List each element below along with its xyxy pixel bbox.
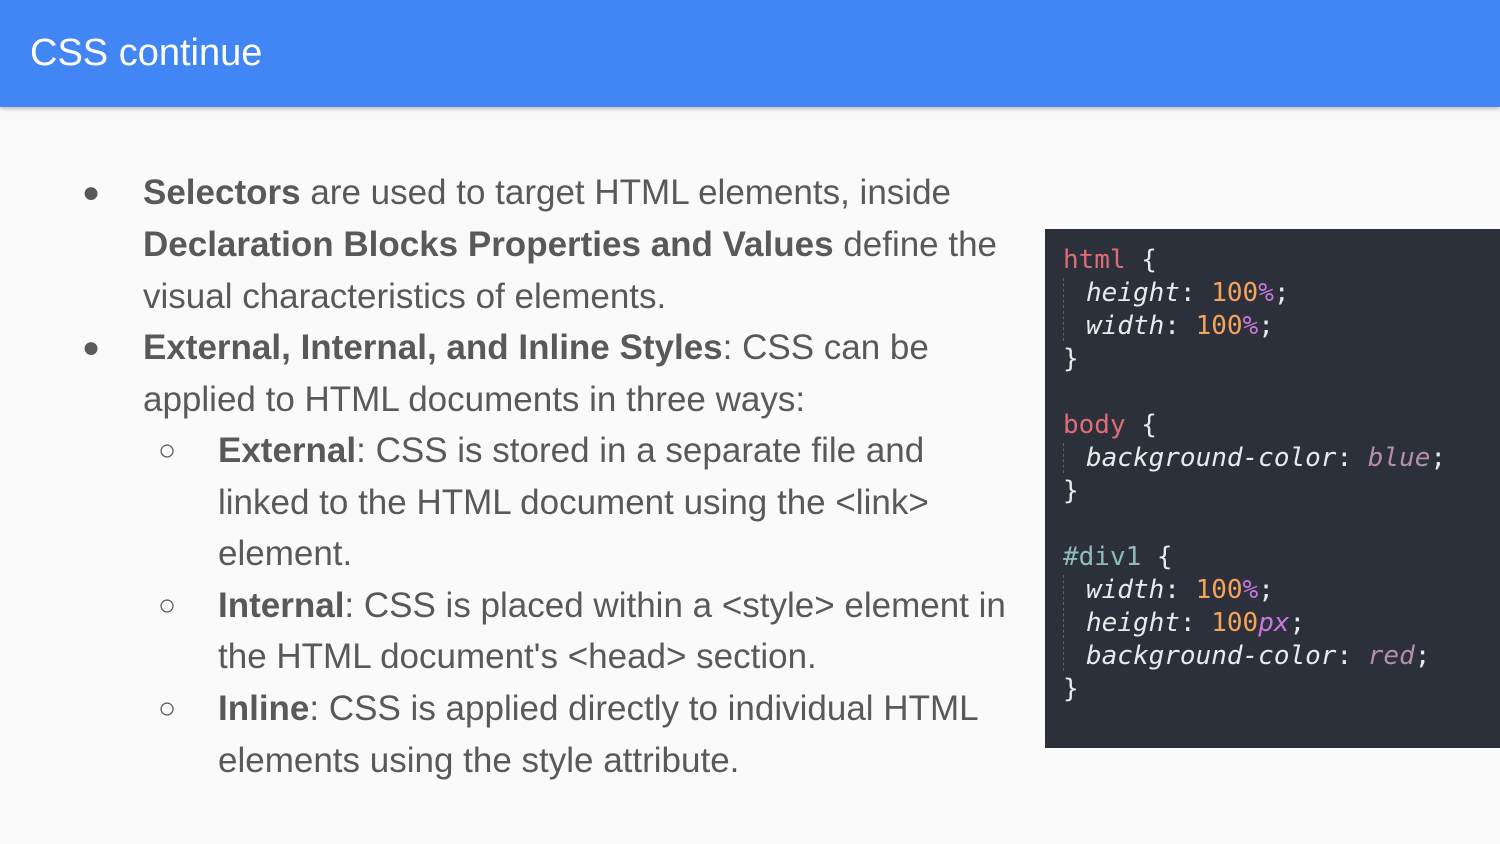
code-semicolon: ; (1258, 575, 1274, 605)
code-line: height: 100px; (1063, 607, 1306, 640)
code-brace: } (1063, 344, 1079, 374)
code-brace: { (1141, 542, 1173, 572)
code-line: background-color: red; (1063, 640, 1431, 673)
code-indent: width: 100%; (1063, 575, 1274, 605)
bullet-2-line-1: External, Internal, and Inline Styles: C… (143, 322, 929, 374)
sub-bullet-text: : CSS is stored in a separate file and (356, 431, 925, 470)
code-selector: html (1063, 245, 1126, 275)
bullet-2-text: : CSS can be (722, 328, 929, 367)
sub-bullet-external-line-1: External: CSS is stored in a separate fi… (218, 425, 924, 477)
code-property: background-color (1086, 641, 1337, 671)
bullet-marker: ● (82, 331, 101, 364)
sub-bullet-marker: ○ (158, 434, 177, 467)
styles-term: External, Internal, and Inline Styles (143, 328, 723, 367)
code-line: } (1063, 343, 1079, 376)
bullet-marker: ● (82, 176, 101, 209)
code-semicolon: ; (1289, 608, 1306, 638)
code-semicolon: ; (1258, 311, 1274, 341)
sub-bullet-marker: ○ (158, 692, 177, 725)
inline-term: Inline (218, 689, 310, 728)
code-property: height (1086, 278, 1180, 308)
code-indent: height: 100%; (1063, 278, 1290, 308)
code-number: 100 (1211, 608, 1259, 638)
selectors-term: Selectors (143, 173, 301, 212)
code-colon: : (1179, 278, 1212, 308)
code-number: 100 (1195, 311, 1243, 341)
code-unit: % (1242, 575, 1259, 605)
code-colon: : (1179, 608, 1212, 638)
bullet-2-line-2: applied to HTML documents in three ways: (143, 380, 806, 419)
code-property: width (1086, 311, 1165, 341)
code-colon: : (1164, 575, 1196, 605)
code-property: background-color (1086, 443, 1337, 473)
code-property: height (1086, 608, 1180, 638)
internal-term: Internal (218, 586, 345, 625)
sub-bullet-external-line-2: linked to the HTML document using the <l… (218, 483, 929, 522)
code-colon: : (1164, 311, 1196, 341)
code-line: #div1 { (1063, 541, 1173, 574)
code-brace: } (1063, 674, 1079, 704)
code-selector: #div1 (1063, 542, 1142, 572)
code-semicolon: ; (1273, 278, 1290, 308)
code-line: background-color: blue; (1063, 442, 1447, 475)
code-selector: body (1063, 410, 1126, 440)
bullet-1-line-1: Selectors are used to target HTML elemen… (143, 167, 951, 219)
code-number: 100 (1211, 278, 1259, 308)
code-number: 100 (1195, 575, 1243, 605)
code-value: red (1367, 641, 1415, 671)
code-brace: } (1063, 476, 1079, 506)
declaration-term: Declaration Blocks Properties and Values (143, 225, 834, 264)
code-indent: height: 100px; (1063, 608, 1306, 638)
code-indent: background-color: blue; (1063, 443, 1447, 473)
code-brace: { (1125, 245, 1157, 275)
code-line: } (1063, 475, 1079, 508)
code-line: } (1063, 673, 1079, 706)
code-semicolon: ; (1414, 641, 1431, 671)
sub-bullet-text: : CSS is applied directly to individual … (309, 689, 979, 728)
code-value: blue (1367, 443, 1431, 473)
sub-bullet-internal-line-1: Internal: CSS is placed within a <style>… (218, 580, 1006, 632)
code-line: height: 100%; (1063, 277, 1290, 310)
code-colon: : (1336, 641, 1368, 671)
code-line: html { (1063, 244, 1157, 277)
code-unit: % (1242, 311, 1259, 341)
code-unit: % (1258, 278, 1274, 308)
sub-bullet-external-line-3: element. (218, 534, 353, 573)
sub-bullet-internal-line-2: the HTML document's <head> section. (218, 637, 817, 676)
external-term: External (218, 431, 357, 470)
bullet-1-line-3: visual characteristics of elements. (143, 277, 667, 316)
code-semicolon: ; (1430, 443, 1447, 473)
css-code-screenshot: html { height: 100%; width: 100%; } body… (1045, 229, 1500, 748)
code-brace: { (1125, 410, 1157, 440)
code-indent: width: 100%; (1063, 311, 1274, 341)
sub-bullet-inline-line-2: elements using the style attribute. (218, 741, 740, 780)
bullet-1-text: are used to target HTML elements, inside (300, 173, 951, 212)
code-line: width: 100%; (1063, 310, 1274, 343)
sub-bullet-marker: ○ (158, 589, 177, 622)
bullet-1-line-2: Declaration Blocks Properties and Values… (143, 219, 997, 271)
bullet-1-text: define the (833, 225, 998, 264)
code-line: body { (1063, 409, 1157, 442)
code-property: width (1086, 575, 1165, 605)
code-colon: : (1336, 443, 1368, 473)
code-line: width: 100%; (1063, 574, 1274, 607)
sub-bullet-text: : CSS is placed within a <style> element… (344, 586, 1006, 625)
code-unit: px (1258, 608, 1290, 638)
code-indent: background-color: red; (1063, 641, 1431, 671)
sub-bullet-inline-line-1: Inline: CSS is applied directly to indiv… (218, 683, 979, 735)
